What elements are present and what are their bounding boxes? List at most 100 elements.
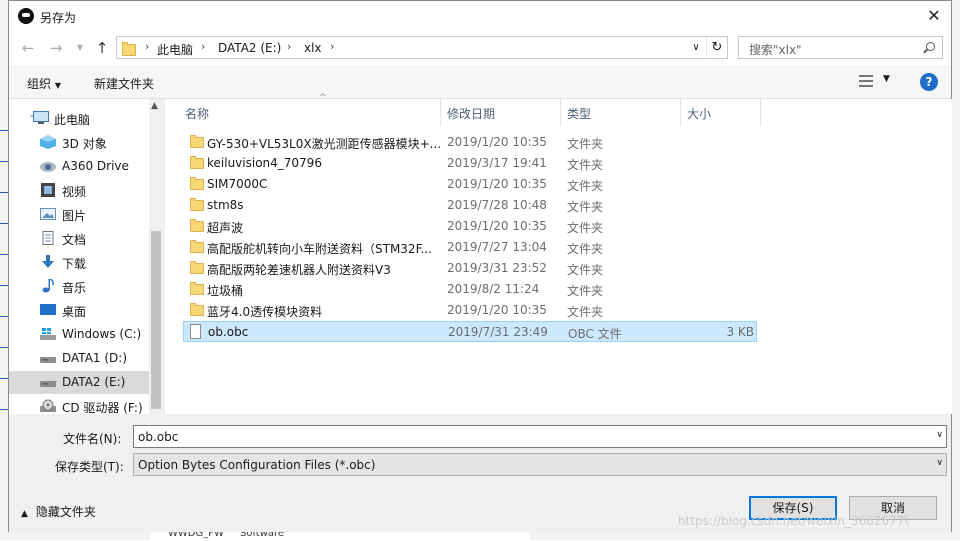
address-history-dropdown-icon[interactable]: ∨ (687, 38, 705, 57)
breadcrumb-this-pc[interactable]: 此电脑 (157, 41, 193, 58)
nav-item-data1-d[interactable]: DATA1 (D:) (9, 347, 149, 370)
new-folder-button[interactable]: 新建文件夹 (94, 75, 154, 92)
filetype-label: 保存类型(T): (55, 460, 124, 474)
file-name: 高配版两轮差速机器人附送资料V3 (207, 263, 391, 277)
picture-icon (40, 207, 56, 221)
filename-label: 文件名(N): (63, 432, 122, 446)
file-date: 2019/8/2 11:24 (447, 282, 540, 296)
watermark: https://blog.csdn.net/weixin_3662677\ (678, 514, 909, 528)
column-header-date[interactable]: 修改日期 (441, 99, 561, 126)
folder-icon (190, 261, 204, 274)
address-bar[interactable]: › 此电脑 › DATA2 (E:) › xlx › ∨ ↻ (116, 36, 728, 59)
filename-field[interactable]: ob.obc ∨ (133, 425, 947, 448)
file-row[interactable]: 蓝牙4.0透传模块资料 2019/1/20 10:35 文件夹 (183, 300, 757, 321)
windows-drive-icon (40, 327, 56, 341)
file-row[interactable]: 超声波 2019/1/20 10:35 文件夹 (183, 216, 757, 237)
up-arrow-icon[interactable]: ↑ (93, 39, 111, 57)
nav-item-windows-c[interactable]: Windows (C:) (9, 323, 149, 346)
file-row[interactable]: SIM7000C 2019/1/20 10:35 文件夹 (183, 174, 757, 195)
recent-locations-chevron-icon[interactable]: ▼ (71, 39, 89, 57)
download-icon (40, 255, 56, 269)
file-date: 2019/3/17 19:41 (447, 156, 547, 170)
breadcrumb-xlx[interactable]: xlx (304, 41, 322, 55)
nav-item-3d-objects[interactable]: 3D 对象 (9, 131, 149, 154)
navigation-scrollbar[interactable]: ▲ (149, 99, 163, 414)
filetype-select[interactable]: Option Bytes Configuration Files (*.obc)… (133, 453, 947, 476)
file-row[interactable]: keiluvision4_70796 2019/3/17 19:41 文件夹 (183, 153, 757, 174)
file-list: ^ 名称 修改日期 类型 大小 GY-530+VL53L0X激光测距传感器模块+… (165, 93, 952, 414)
nav-label: 桌面 (62, 305, 87, 319)
help-icon[interactable]: ? (920, 73, 938, 91)
chevron-right-icon[interactable]: › (287, 40, 291, 53)
chevron-right-icon[interactable]: › (145, 40, 149, 53)
search-input[interactable]: 搜索"xlx" (749, 41, 802, 58)
folder-icon (190, 198, 204, 211)
scroll-up-icon[interactable]: ▲ (151, 101, 158, 111)
chevron-down-icon[interactable]: ∨ (936, 430, 943, 440)
nav-item-this-pc[interactable]: ⌄ 此电脑 (9, 107, 149, 130)
chevron-right-icon[interactable]: › (330, 40, 334, 53)
file-date: 2019/1/20 10:35 (447, 303, 547, 317)
back-arrow-icon[interactable]: ← (19, 39, 37, 57)
save-as-dialog: 另存为 ✕ ← → ▼ ↑ › 此电脑 › DATA2 (E:) › xlx ›… (8, 0, 952, 532)
file-name: 高配版舵机转向小车附送资料（STM32F... (207, 242, 432, 256)
chevron-down-icon[interactable]: ∨ (936, 458, 943, 468)
close-button[interactable]: ✕ (921, 3, 947, 29)
nav-item-desktop[interactable]: 桌面 (9, 299, 149, 322)
view-options-icon[interactable] (859, 75, 873, 87)
nav-item-documents[interactable]: 文档 (9, 227, 149, 250)
file-row[interactable]: 高配版两轮差速机器人附送资料V3 2019/3/31 23:52 文件夹 (183, 258, 757, 279)
nav-item-downloads[interactable]: 下载 (9, 251, 149, 274)
hide-folders-toggle[interactable]: ▲ 隐藏文件夹 (21, 503, 96, 520)
cd-drive-icon (40, 399, 56, 413)
file-row[interactable]: GY-530+VL53L0X激光测距传感器模块+... 2019/1/20 10… (183, 132, 757, 153)
chevron-right-icon[interactable]: › (201, 40, 205, 53)
view-dropdown-icon[interactable]: ▼ (883, 74, 890, 84)
background-lines (0, 100, 8, 440)
file-size: 3 KB (726, 325, 754, 339)
cloud-drive-icon (40, 159, 56, 173)
navigation-bar: ← → ▼ ↑ › 此电脑 › DATA2 (E:) › xlx › ∨ ↻ 搜… (9, 31, 951, 65)
folder-icon (190, 303, 204, 316)
app-logo-icon (18, 8, 34, 24)
column-label: 修改日期 (447, 107, 496, 121)
file-type: 文件夹 (567, 305, 604, 319)
folder-icon (122, 42, 136, 56)
nav-label: DATA2 (E:) (62, 375, 126, 389)
nav-item-data2-e[interactable]: DATA2 (E:) (9, 371, 149, 394)
file-date: 2019/7/28 10:48 (447, 198, 547, 212)
file-icon (190, 324, 201, 339)
file-type: 文件夹 (567, 179, 604, 193)
nav-item-pictures[interactable]: 图片 (9, 203, 149, 226)
nav-item-a360[interactable]: A360 Drive (9, 155, 149, 178)
nav-label: 此电脑 (54, 113, 91, 127)
document-icon (40, 231, 56, 245)
file-name: ob.obc (208, 325, 249, 339)
file-date: 2019/7/27 13:04 (447, 240, 547, 254)
filename-input[interactable]: ob.obc (138, 430, 178, 444)
nav-label: 3D 对象 (62, 137, 107, 151)
breadcrumb-data2[interactable]: DATA2 (E:) (218, 41, 281, 55)
nav-item-videos[interactable]: 视频 (9, 179, 149, 202)
file-row-selected[interactable]: ob.obc 2019/7/31 23:49 OBC 文件 3 KB (183, 321, 757, 342)
file-row[interactable]: 高配版舵机转向小车附送资料（STM32F... 2019/7/27 13:04 … (183, 237, 757, 258)
folder-icon (190, 156, 204, 169)
nav-item-music[interactable]: 音乐 (9, 275, 149, 298)
search-box[interactable]: 搜索"xlx" (738, 36, 943, 59)
refresh-icon[interactable]: ↻ (706, 37, 727, 58)
search-icon[interactable] (926, 42, 935, 51)
music-icon (40, 278, 56, 293)
column-header-type[interactable]: 类型 (561, 99, 681, 126)
column-header-size[interactable]: 大小 (681, 99, 761, 126)
nav-item-cd-drive-f[interactable]: CD 驱动器 (F:) (9, 395, 149, 414)
scrollbar-thumb[interactable] (151, 231, 161, 409)
column-header-name[interactable]: ^ 名称 (179, 93, 441, 126)
file-name: 超声波 (207, 221, 244, 235)
filetype-value: Option Bytes Configuration Files (*.obc) (138, 458, 376, 472)
folder-icon (190, 135, 204, 148)
organize-menu[interactable]: 组织 ▼ (27, 75, 61, 92)
file-type: 文件夹 (567, 137, 604, 151)
forward-arrow-icon[interactable]: → (47, 39, 65, 57)
file-row[interactable]: 垃圾桶 2019/8/2 11:24 文件夹 (183, 279, 757, 300)
file-row[interactable]: stm8s 2019/7/28 10:48 文件夹 (183, 195, 757, 216)
